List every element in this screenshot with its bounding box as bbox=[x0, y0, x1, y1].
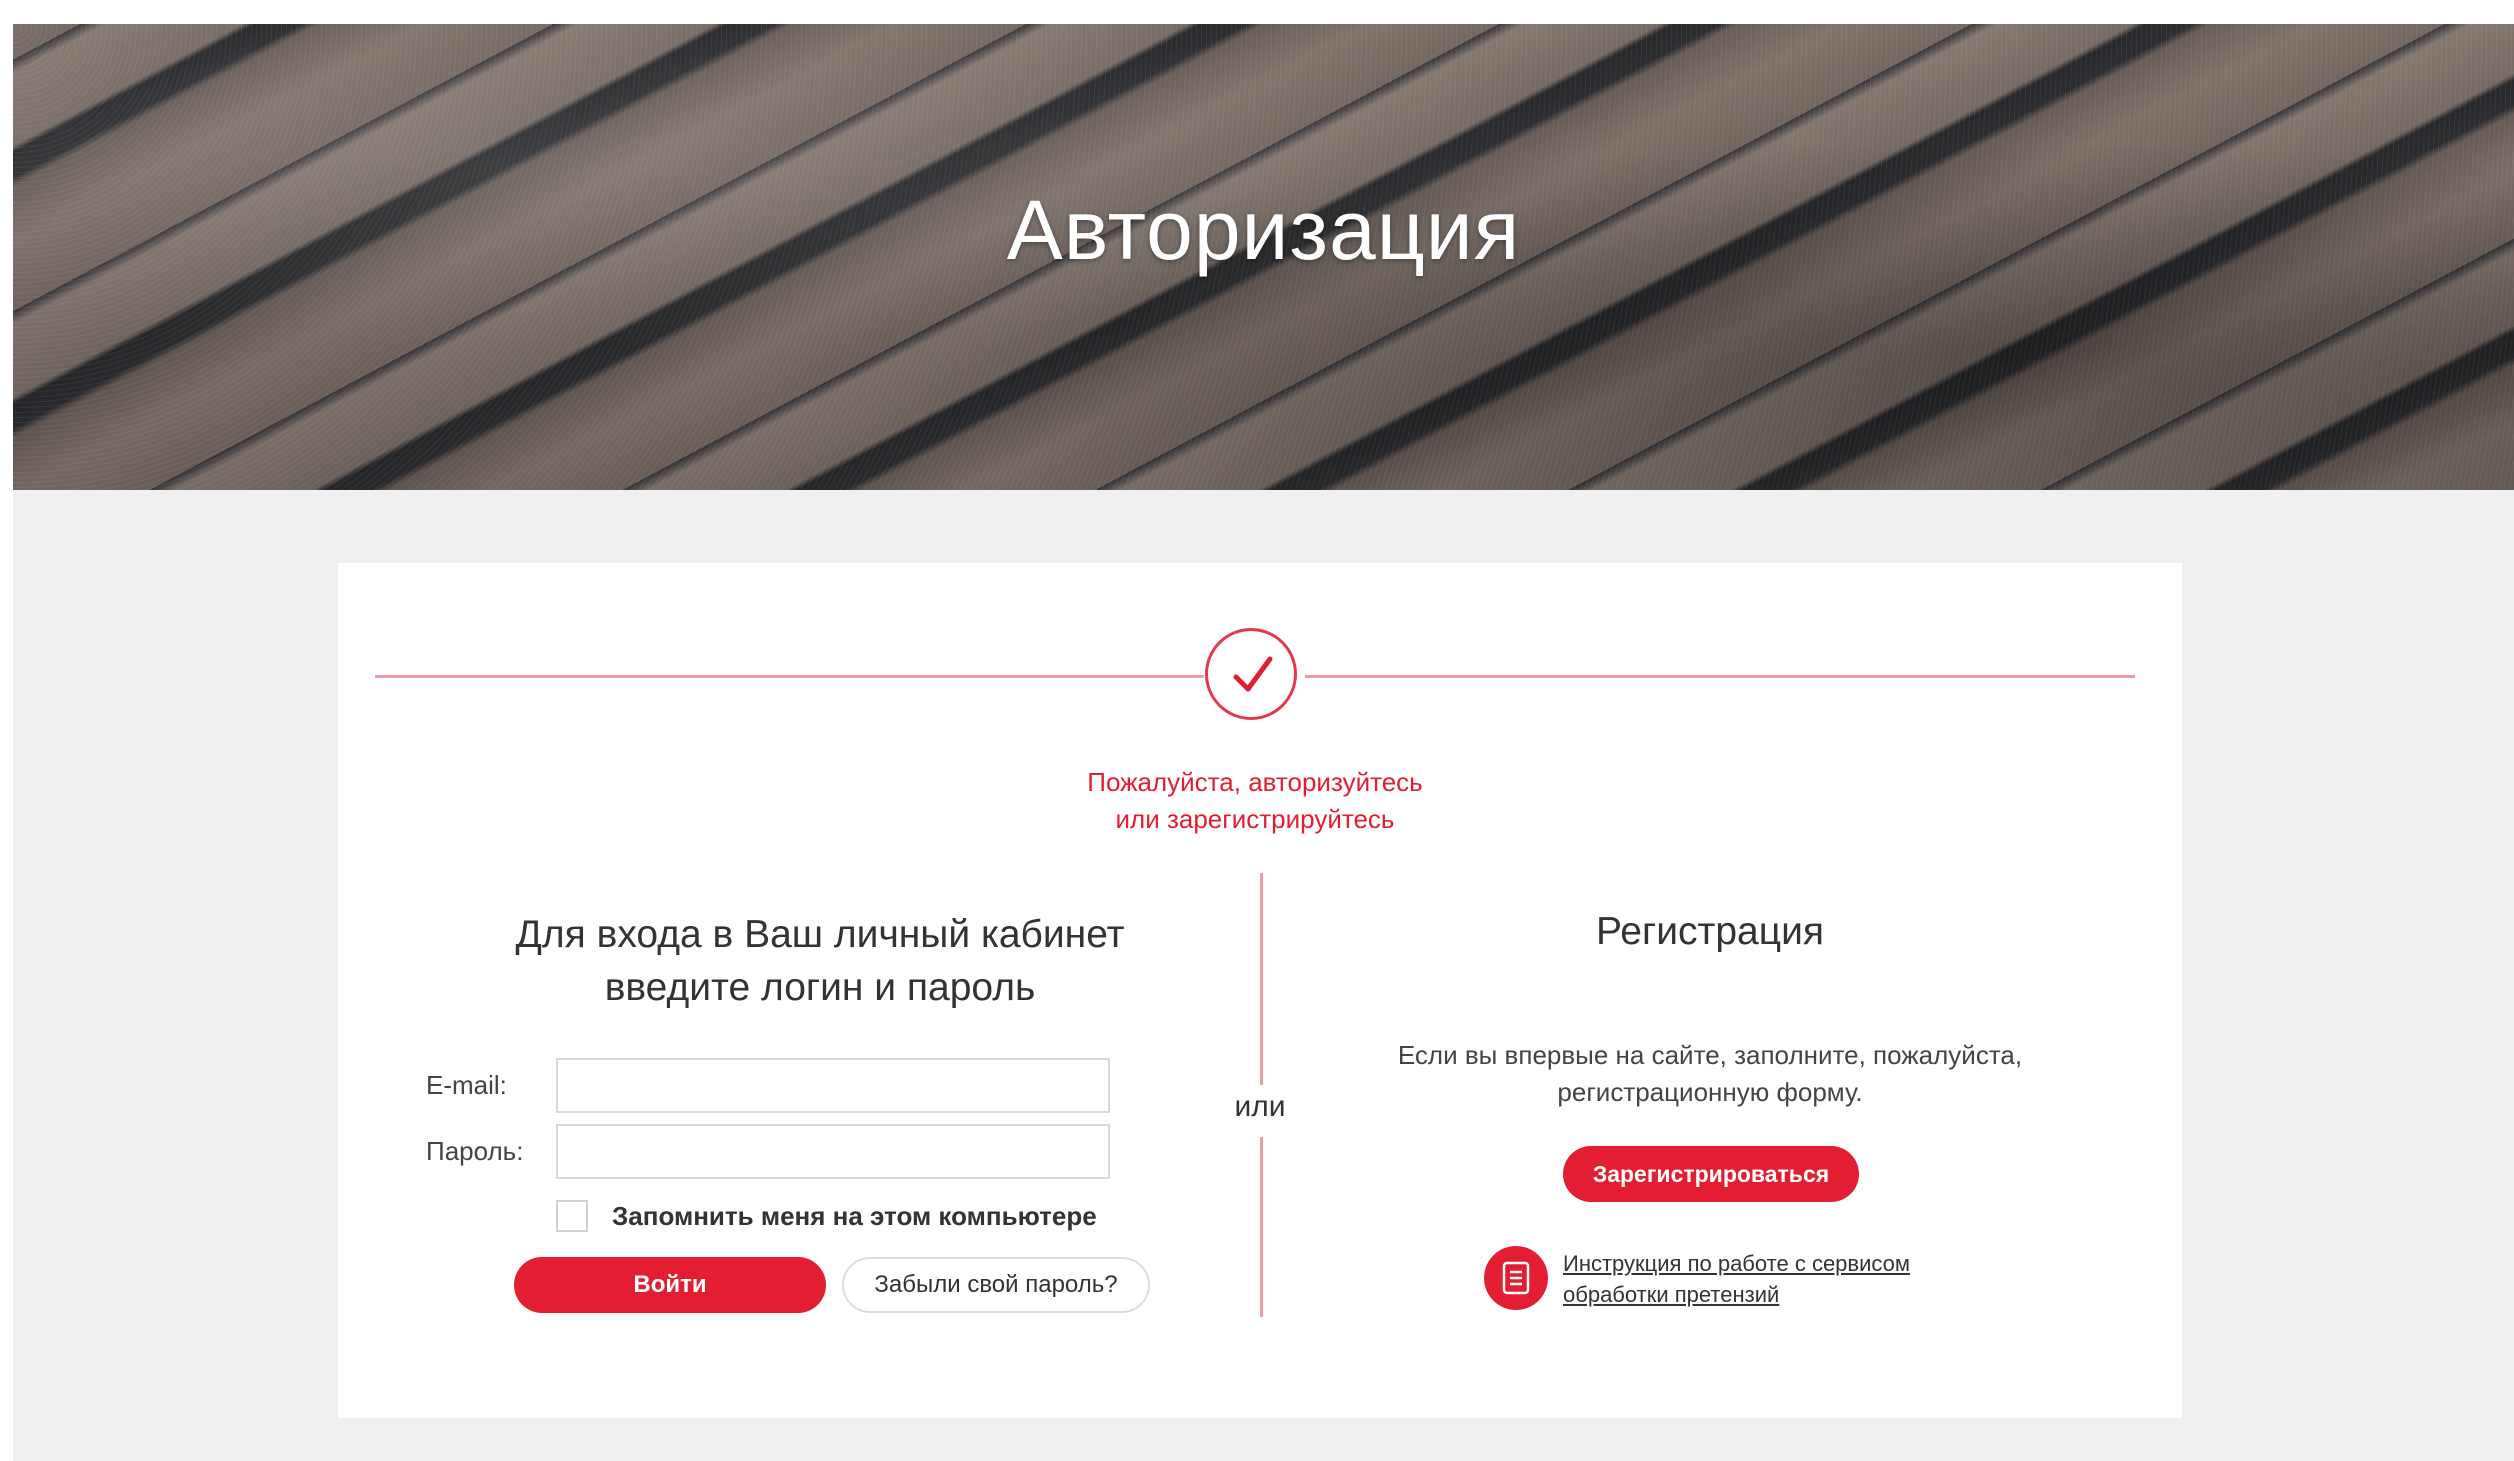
remember-me-checkbox[interactable] bbox=[556, 1200, 588, 1232]
login-button[interactable]: Войти bbox=[514, 1257, 826, 1313]
remember-me-label[interactable]: Запомнить меня на этом компьютере bbox=[612, 1201, 1097, 1232]
header-divider-left bbox=[375, 675, 1204, 678]
registration-description: Если вы впервые на сайте, заполните, пож… bbox=[1310, 1037, 2110, 1111]
header-divider-right bbox=[1305, 675, 2135, 678]
page: Авторизация Пожалуйста, авторизуйтесь ил… bbox=[0, 0, 2514, 1461]
forgot-password-button[interactable]: Забыли свой пароль? bbox=[842, 1257, 1150, 1313]
instruction-link-line1[interactable]: Инструкция по работе с сервисом bbox=[1563, 1248, 1983, 1279]
hero-banner: Авторизация bbox=[13, 24, 2514, 490]
email-field[interactable] bbox=[556, 1058, 1110, 1113]
auth-prompt-line2: или зарегистрируйтесь bbox=[1115, 804, 1395, 834]
auth-prompt: Пожалуйста, авторизуйтесь или зарегистри… bbox=[900, 764, 1610, 838]
login-heading-line1: Для входа в Ваш личный кабинет bbox=[515, 913, 1125, 956]
password-field[interactable] bbox=[556, 1124, 1110, 1179]
vertical-divider-bottom bbox=[1260, 1137, 1263, 1317]
login-heading: Для входа в Ваш личный кабинет введите л… bbox=[400, 908, 1240, 1014]
instruction-link-line2[interactable]: обработки претензий bbox=[1563, 1279, 1983, 1310]
password-label: Пароль: bbox=[426, 1136, 524, 1166]
checkmark-icon bbox=[1205, 628, 1297, 720]
or-separator: или bbox=[1234, 1090, 1286, 1123]
registration-description-line1: Если вы впервые на сайте, заполните, пож… bbox=[1397, 1040, 2023, 1070]
vertical-divider-top bbox=[1260, 873, 1263, 1085]
registration-description-line2: регистрационную форму. bbox=[1557, 1077, 1863, 1107]
login-heading-line2: введите логин и пароль bbox=[604, 966, 1036, 1009]
register-button[interactable]: Зарегистрироваться bbox=[1563, 1146, 1859, 1202]
page-title: Авторизация bbox=[1006, 183, 1521, 277]
registration-heading: Регистрация bbox=[1596, 910, 1824, 953]
auth-prompt-line1: Пожалуйста, авторизуйтесь bbox=[1087, 767, 1423, 797]
instruction-link[interactable]: Инструкция по работе с сервисом обработк… bbox=[1563, 1248, 1983, 1310]
remember-me-row: Запомнить меня на этом компьютере bbox=[556, 1200, 1097, 1232]
email-label: E-mail: bbox=[426, 1070, 507, 1100]
document-icon[interactable] bbox=[1484, 1246, 1548, 1310]
